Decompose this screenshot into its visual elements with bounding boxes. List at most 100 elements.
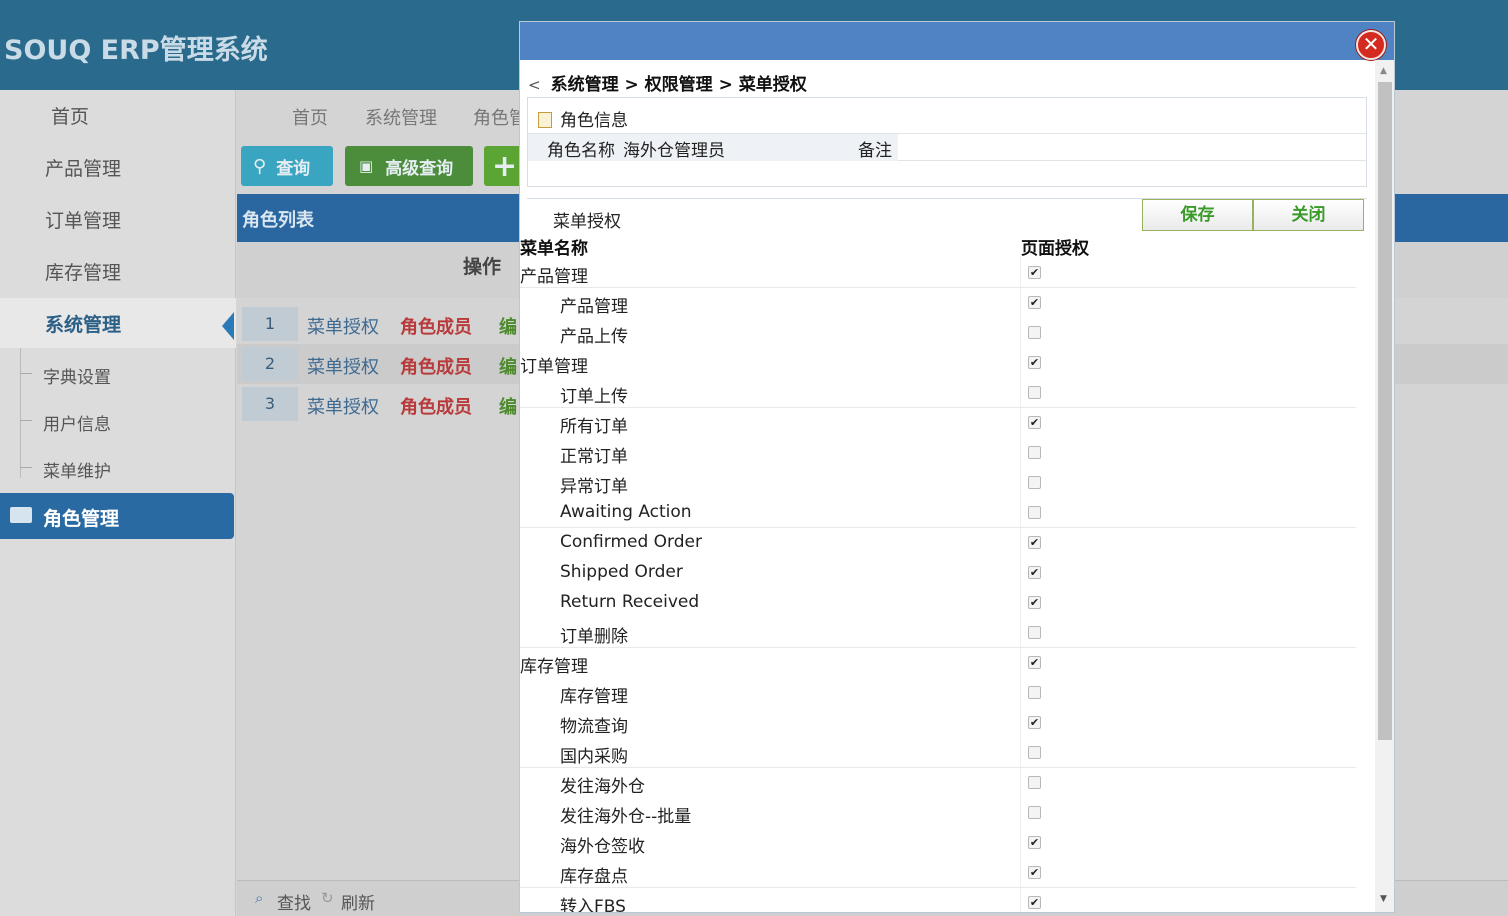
folder-icon	[10, 507, 32, 523]
sidebar-subitem-menus[interactable]: 菜单维护	[0, 445, 236, 491]
edit-link[interactable]: 编	[499, 393, 517, 419]
auth-row: 订单上传	[520, 378, 1356, 408]
edit-link[interactable]: 编	[499, 353, 517, 379]
menu-name: Confirmed Order	[560, 532, 702, 552]
page-auth-checkbox[interactable]	[1028, 326, 1041, 339]
page-auth-checkbox[interactable]	[1028, 776, 1041, 789]
sidebar-item-orders[interactable]: 订单管理	[0, 194, 236, 244]
page-auth-header: 页面授权	[1021, 239, 1089, 259]
sidebar-subitem-users[interactable]: 用户信息	[0, 398, 236, 444]
ops-column-header: 操作	[463, 256, 502, 278]
page-auth-checkbox[interactable]: ✔	[1028, 266, 1041, 279]
role-name-label: 角色名称	[547, 141, 615, 161]
auth-row: 订单删除	[520, 618, 1356, 648]
page-auth-checkbox[interactable]	[1028, 386, 1041, 399]
page-auth-checkbox[interactable]: ✔	[1028, 716, 1041, 729]
menu-name: 正常订单	[560, 447, 628, 467]
menu-name: 库存管理	[560, 687, 628, 707]
refresh-button[interactable]: 刷新	[341, 889, 375, 914]
query-button-label: 查询	[276, 158, 311, 179]
close-button[interactable]: 关闭	[1253, 199, 1364, 231]
auth-row: 发往海外仓--批量	[520, 798, 1356, 828]
menu-auth-title: 菜单授权	[553, 212, 621, 232]
sidebar-subitem-dictionary[interactable]: 字典设置	[0, 351, 236, 397]
search-icon: ⌕	[255, 889, 264, 907]
page-auth-checkbox[interactable]: ✔	[1028, 656, 1041, 669]
role-info-row: 角色名称 海外仓管理员 备注	[528, 133, 1366, 161]
menu-auth-link[interactable]: 菜单授权	[307, 353, 379, 379]
page-auth-checkbox[interactable]: ✔	[1028, 836, 1041, 849]
edit-link[interactable]: 编	[499, 313, 517, 339]
advanced-query-button[interactable]: ▣ 高级查询	[345, 146, 473, 186]
tab-system[interactable]: 系统管理	[365, 104, 437, 130]
page-auth-checkbox[interactable]: ✔	[1028, 596, 1041, 609]
sidebar-item-system[interactable]: 系统管理	[0, 298, 236, 348]
menu-name: Shipped Order	[560, 562, 683, 582]
role-members-link[interactable]: 角色成员	[400, 313, 472, 339]
scroll-down-icon[interactable]: ▼	[1380, 894, 1387, 904]
auth-row: 海外仓签收 ✔	[520, 828, 1356, 858]
advanced-query-label: 高级查询	[385, 158, 454, 179]
plus-icon: +	[492, 148, 518, 184]
auth-row: 异常订单	[520, 468, 1356, 498]
sidebar-subitem-label: 用户信息	[43, 415, 111, 435]
menu-name: 发往海外仓--批量	[560, 807, 692, 827]
close-icon[interactable]: ✕	[1356, 30, 1386, 60]
document-icon: ▣	[359, 157, 374, 175]
role-members-link[interactable]: 角色成员	[400, 353, 472, 379]
page-auth-checkbox[interactable]: ✔	[1028, 296, 1041, 309]
menu-name: 发往海外仓	[560, 777, 645, 797]
page-auth-checkbox[interactable]: ✔	[1028, 356, 1041, 369]
menu-name: 所有订单	[560, 417, 628, 437]
scrollbar[interactable]: ▲ ▼	[1375, 60, 1394, 912]
auth-row: 库存管理 ✔	[520, 648, 1356, 678]
menu-auth-toolbar: 菜单授权 保存 关闭	[527, 198, 1367, 232]
sidebar-subitem-label: 菜单维护	[43, 462, 111, 482]
sidebar-subitem-label: 字典设置	[43, 368, 111, 388]
page-auth-checkbox[interactable]	[1028, 686, 1041, 699]
menu-name: 转入FBS	[560, 897, 626, 913]
scroll-up-icon[interactable]: ▲	[1380, 66, 1387, 76]
sidebar-item-inventory[interactable]: 库存管理	[0, 246, 236, 296]
find-button[interactable]: 查找	[277, 889, 311, 914]
sidebar-item-home[interactable]: 首页	[0, 90, 236, 140]
page-auth-checkbox[interactable]	[1028, 806, 1041, 819]
scrollbar-thumb[interactable]	[1378, 82, 1392, 740]
sidebar-item-label: 产品管理	[45, 157, 122, 180]
page-auth-checkbox[interactable]: ✔	[1028, 566, 1041, 579]
role-members-link[interactable]: 角色成员	[400, 393, 472, 419]
add-button[interactable]: +	[484, 146, 524, 186]
menu-auth-link[interactable]: 菜单授权	[307, 313, 379, 339]
menu-name: 产品上传	[560, 327, 628, 347]
sidebar-subitem-label: 角色管理	[43, 508, 120, 530]
role-info-panel: 角色信息 角色名称 海外仓管理员 备注	[527, 97, 1367, 187]
menu-auth-link[interactable]: 菜单授权	[307, 393, 379, 419]
menu-auth-dialog: ✕ < 系统管理 > 权限管理 > 菜单授权 角色信息 角色名称 海外仓管理员 备…	[519, 21, 1395, 913]
page-auth-checkbox[interactable]	[1028, 476, 1041, 489]
page-auth-checkbox[interactable]	[1028, 746, 1041, 759]
page-auth-checkbox[interactable]: ✔	[1028, 416, 1041, 429]
page-auth-checkbox[interactable]	[1028, 446, 1041, 459]
dialog-titlebar	[520, 22, 1394, 60]
menu-name: 物流查询	[560, 717, 628, 737]
row-number: 3	[242, 387, 298, 421]
page-auth-checkbox[interactable]: ✔	[1028, 896, 1041, 909]
auth-row: 物流查询 ✔	[520, 708, 1356, 738]
query-button[interactable]: ⚲ 查询	[241, 146, 333, 186]
row-number: 1	[242, 307, 298, 341]
save-button[interactable]: 保存	[1142, 199, 1253, 231]
auth-row: 库存管理	[520, 678, 1356, 708]
page-auth-checkbox[interactable]	[1028, 506, 1041, 519]
page-auth-checkbox[interactable]: ✔	[1028, 536, 1041, 549]
back-icon[interactable]: <	[528, 76, 541, 94]
menu-name: 库存盘点	[560, 867, 628, 887]
menu-name: 产品管理	[560, 297, 628, 317]
menu-name: 库存管理	[520, 657, 588, 677]
tab-home[interactable]: 首页	[292, 104, 328, 130]
sidebar-subitem-roles[interactable]: 角色管理	[0, 493, 234, 539]
sidebar-item-label: 系统管理	[45, 313, 122, 336]
page-auth-checkbox[interactable]	[1028, 626, 1041, 639]
role-list-title: 角色列表	[242, 210, 314, 231]
page-auth-checkbox[interactable]: ✔	[1028, 866, 1041, 879]
sidebar-item-products[interactable]: 产品管理	[0, 142, 236, 192]
